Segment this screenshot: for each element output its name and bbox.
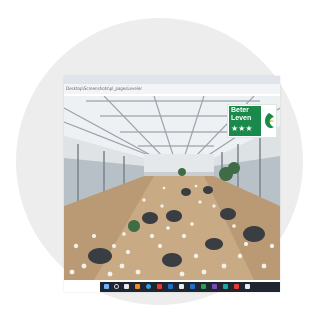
photos-icon[interactable] [223, 284, 228, 289]
search-icon[interactable] [114, 284, 119, 289]
file-path: Desktop\Screenshots\pl_pagesLeveler [66, 86, 143, 91]
task-view-icon[interactable] [124, 284, 129, 289]
settings-icon[interactable] [245, 284, 250, 289]
badge-line-1: Beter [231, 107, 249, 114]
file-explorer-icon[interactable] [135, 284, 140, 289]
path-bar[interactable]: Desktop\Screenshots\pl_pagesLeveler [64, 84, 280, 94]
store-icon[interactable] [179, 284, 184, 289]
badge-green-panel: Beter Leven ★★★ [229, 106, 261, 136]
taskbar [100, 282, 280, 292]
acrobat-icon[interactable] [234, 284, 239, 289]
edge-icon[interactable] [146, 284, 151, 289]
start-icon[interactable] [104, 284, 109, 289]
badge-line-2: Leven [231, 115, 252, 122]
mail-icon[interactable] [168, 284, 173, 289]
bird-logo-icon [265, 113, 275, 129]
chrome-icon[interactable] [157, 284, 162, 289]
image-viewer-window: Desktop\Screenshots\pl_pagesLeveler Bete… [64, 76, 280, 292]
word-icon[interactable] [190, 284, 195, 289]
badge-stars: ★★★ [231, 124, 253, 133]
beter-leven-badge: Beter Leven ★★★ [227, 104, 277, 138]
excel-icon[interactable] [201, 284, 206, 289]
teams-icon[interactable] [212, 284, 217, 289]
window-title-bar[interactable] [64, 76, 280, 84]
